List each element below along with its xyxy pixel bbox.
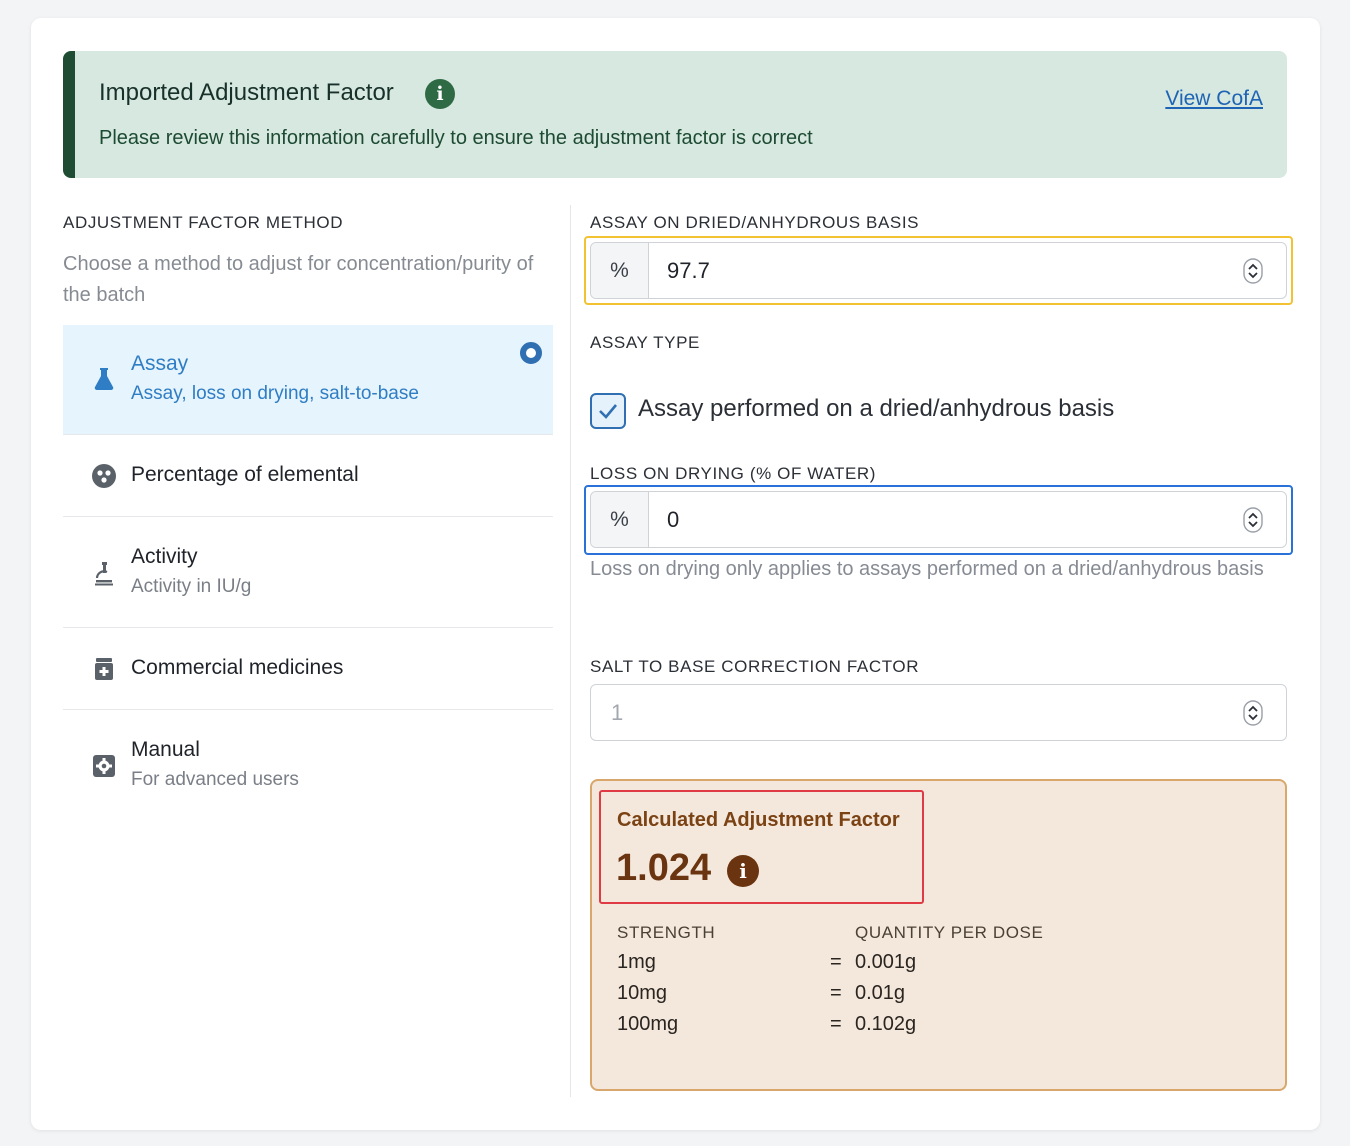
salt-to-base-input[interactable]: 1 [590, 684, 1287, 741]
spinner-icon[interactable] [1242, 257, 1264, 284]
radio-selected[interactable] [520, 342, 542, 364]
loss-on-drying-value[interactable]: 0 [649, 507, 1242, 533]
method-subtitle: Assay, loss on drying, salt-to-base [131, 383, 419, 404]
banner-message: Please review this information carefully… [99, 127, 813, 149]
loss-on-drying-label: LOSS ON DRYING (% OF WATER) [590, 464, 877, 483]
salt-to-base-label: SALT TO BASE CORRECTION FACTOR [590, 657, 920, 676]
strength-cell: 1mg [617, 951, 656, 973]
elemental-icon [91, 463, 117, 489]
spinner-icon[interactable] [1242, 699, 1264, 726]
percent-prefix: % [591, 243, 649, 298]
strength-cell: 10mg [617, 982, 668, 1004]
result-title: Calculated Adjustment Factor [617, 809, 900, 831]
method-title: Assay [131, 352, 189, 375]
method-title: Percentage of elemental [131, 463, 359, 486]
salt-to-base-placeholder[interactable]: 1 [591, 700, 1242, 726]
microscope-icon [91, 560, 117, 586]
method-description: Choose a method to adjust for concentrat… [63, 253, 534, 306]
table-row: 1mg = 0.001g [617, 951, 916, 974]
assay-type-checkbox-label[interactable]: Assay performed on a dried/anhydrous bas… [638, 395, 1114, 423]
table-row: 10mg = 0.01g [617, 982, 905, 1005]
banner-title: Imported Adjustment Factor [99, 79, 394, 106]
method-subtitle: Activity in IU/g [131, 576, 252, 597]
method-title: Commercial medicines [131, 656, 344, 679]
assay-input[interactable]: % 97.7 [590, 242, 1287, 299]
view-cofa-link[interactable]: View CofA [1165, 87, 1263, 111]
method-list: Assay Assay, loss on drying, salt-to-bas… [63, 325, 553, 820]
loss-on-drying-input[interactable]: % 0 [590, 491, 1287, 548]
assay-value[interactable]: 97.7 [649, 258, 1242, 284]
result-value: 1.024 [616, 847, 712, 889]
quantity-header: QUANTITY PER DOSE [855, 923, 1044, 942]
method-section-label: ADJUSTMENT FACTOR METHOD [63, 213, 344, 232]
equals-sign: = [830, 982, 842, 1004]
assay-type-label: ASSAY TYPE [590, 333, 700, 352]
assay-type-checkbox[interactable] [590, 393, 626, 429]
method-subtitle: For advanced users [131, 769, 299, 790]
flask-icon [91, 366, 117, 392]
info-icon[interactable]: i [727, 855, 759, 887]
medicine-bottle-icon [91, 656, 117, 682]
quantity-cell: 0.102g [855, 1013, 917, 1035]
quantity-cell: 0.01g [855, 982, 906, 1004]
imported-banner: Imported Adjustment Factor i Please revi… [63, 51, 1287, 178]
cog-icon [91, 753, 117, 779]
method-title: Activity [131, 545, 198, 568]
method-item-assay[interactable]: Assay Assay, loss on drying, salt-to-bas… [63, 325, 553, 435]
method-panel: ADJUSTMENT FACTOR METHOD Choose a method… [63, 213, 553, 820]
method-item-commercial[interactable]: Commercial medicines [63, 628, 553, 710]
percent-prefix: % [591, 492, 649, 547]
spinner-icon[interactable] [1242, 506, 1264, 533]
strength-header: STRENGTH [617, 923, 716, 942]
method-item-activity[interactable]: Activity Activity in IU/g [63, 517, 553, 628]
info-icon[interactable]: i [425, 79, 455, 109]
adjustment-factor-card: Imported Adjustment Factor i Please revi… [31, 18, 1320, 1130]
loss-on-drying-help: Loss on drying only applies to assays pe… [590, 558, 1264, 580]
method-item-manual[interactable]: Manual For advanced users [63, 710, 553, 820]
method-title: Manual [131, 738, 200, 761]
equals-sign: = [830, 1013, 842, 1035]
strength-cell: 100mg [617, 1013, 679, 1035]
check-icon [599, 404, 617, 419]
equals-sign: = [830, 951, 842, 973]
assay-label: ASSAY ON DRIED/ANHYDROUS BASIS [590, 213, 920, 232]
table-row: 100mg = 0.102g [617, 1013, 916, 1036]
quantity-cell: 0.001g [855, 951, 917, 973]
method-item-elemental[interactable]: Percentage of elemental [63, 435, 553, 517]
calculated-result-panel: Calculated Adjustment Factor 1.024 i STR… [590, 779, 1287, 1091]
column-divider [570, 205, 571, 1097]
